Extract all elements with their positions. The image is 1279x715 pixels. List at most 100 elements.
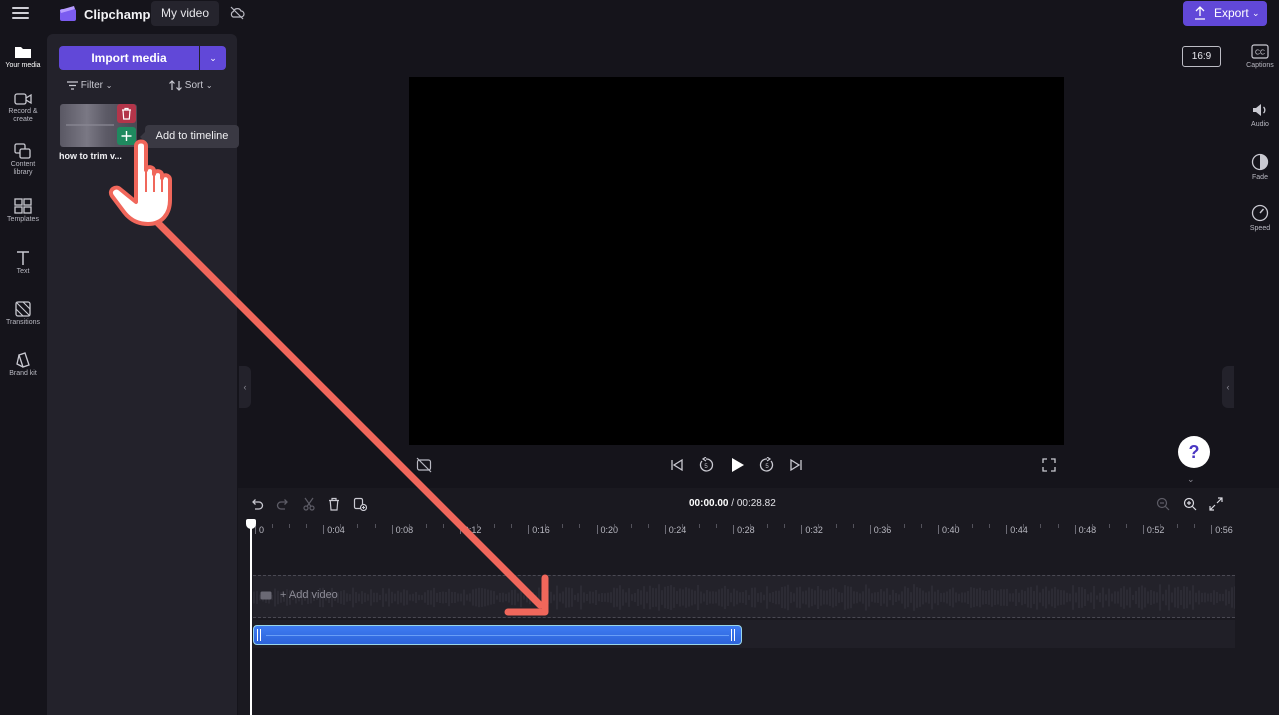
sidebar-item-content-library[interactable]: Content library xyxy=(0,143,46,177)
waveform-bar xyxy=(691,589,693,606)
waveform-bar xyxy=(736,590,738,605)
sidebar-item-your-media[interactable]: Your media xyxy=(0,44,46,70)
redo-icon[interactable] xyxy=(276,497,290,511)
waveform-bar xyxy=(982,590,984,605)
waveform-bar xyxy=(1177,586,1179,609)
waveform-bar xyxy=(1048,590,1050,605)
project-title[interactable]: My video xyxy=(151,1,220,26)
waveform-bar xyxy=(727,589,729,606)
ruler-minor-tick xyxy=(647,524,649,528)
waveform-bar xyxy=(1132,594,1134,601)
camera-icon xyxy=(14,93,32,105)
chevron-down-icon[interactable]: ⌄ xyxy=(1187,474,1195,485)
waveform-bar xyxy=(991,588,993,607)
help-button[interactable]: ? xyxy=(1178,436,1210,468)
captions-off-icon[interactable] xyxy=(416,457,432,473)
waveform-bar xyxy=(1123,586,1125,609)
sidebar-item-transitions[interactable]: Transitions xyxy=(0,301,46,327)
sidebar-item-templates[interactable]: Templates xyxy=(0,198,46,224)
timeline-panel: 00:00.00 / 00:28.82 0 0:04 0:08 0:12 0:16 0:2… xyxy=(238,488,1279,715)
waveform-bar xyxy=(592,591,594,604)
waveform-bar xyxy=(988,590,990,605)
ruler-minor-tick xyxy=(750,524,752,528)
waveform-bar xyxy=(637,588,639,607)
ruler-minor-tick xyxy=(306,524,308,528)
waveform-bar xyxy=(376,592,378,603)
waveform-bar xyxy=(487,589,489,606)
waveform-bar xyxy=(634,592,636,603)
undo-icon[interactable] xyxy=(250,497,264,511)
waveform-bar xyxy=(1072,585,1074,610)
video-track[interactable] xyxy=(253,575,1235,618)
waveform-bar xyxy=(1168,584,1170,611)
duplicate-icon[interactable] xyxy=(353,497,367,511)
trash-icon[interactable] xyxy=(327,497,341,511)
menu-icon[interactable] xyxy=(12,6,29,20)
trim-handle-right[interactable] xyxy=(731,629,735,641)
forward-5-icon[interactable]: 5 xyxy=(759,457,775,473)
add-to-timeline-button[interactable] xyxy=(117,127,136,145)
audio-clip-waveform xyxy=(266,635,729,636)
video-icon xyxy=(260,591,272,600)
brand-kit-icon xyxy=(16,352,30,368)
collapse-right-panel-button[interactable]: ‹ xyxy=(1222,366,1234,408)
sidebar-item-audio[interactable]: Audio xyxy=(1241,102,1279,129)
waveform-bar xyxy=(565,587,567,608)
waveform-bar xyxy=(724,585,726,610)
sort-button[interactable]: Sort ⌄ xyxy=(169,80,213,94)
waveform-bar xyxy=(787,584,789,611)
filter-icon xyxy=(67,81,78,90)
sidebar-item-record-create[interactable]: Record & create xyxy=(0,92,46,124)
waveform-bar xyxy=(850,586,852,609)
fit-timeline-icon[interactable] xyxy=(1209,497,1223,511)
waveform-bar xyxy=(1135,590,1137,605)
waveform-bar xyxy=(967,590,969,605)
ruler-minor-tick xyxy=(1023,524,1025,528)
sidebar-item-label: Templates xyxy=(7,216,39,223)
export-button[interactable]: Export ⌄ xyxy=(1183,1,1267,26)
ruler-tick xyxy=(1006,525,1008,534)
import-media-button[interactable]: Import media xyxy=(59,46,199,70)
aspect-ratio-button[interactable]: 16:9 xyxy=(1182,46,1221,67)
filter-button[interactable]: Filter ⌄ xyxy=(67,80,113,94)
sidebar-item-text[interactable]: Text xyxy=(0,250,46,276)
sidebar-item-speed[interactable]: Speed xyxy=(1241,204,1279,233)
clipchamp-editor: Clipchamp My video Export ⌄ Your media R… xyxy=(0,0,1279,715)
waveform-bar xyxy=(1039,592,1041,603)
add-video-label[interactable]: + Add video xyxy=(280,589,338,601)
waveform-bar xyxy=(505,593,507,602)
waveform-bar xyxy=(355,591,357,604)
waveform-bar xyxy=(496,595,498,600)
waveform-bar xyxy=(352,587,354,608)
skip-back-icon[interactable] xyxy=(669,457,685,473)
sidebar-item-captions[interactable]: CC Captions xyxy=(1241,44,1279,70)
split-scissors-icon[interactable] xyxy=(302,497,316,511)
waveform-bar xyxy=(478,587,480,608)
playhead-handle[interactable] xyxy=(246,519,256,529)
import-options-button[interactable]: ⌄ xyxy=(200,46,226,70)
ruler-label: 0:36 xyxy=(873,525,892,535)
fullscreen-icon[interactable] xyxy=(1041,457,1057,473)
waveform-bar xyxy=(1090,592,1092,603)
speedometer-icon xyxy=(1251,204,1269,222)
rewind-5-icon[interactable]: 5 xyxy=(698,457,714,473)
cloud-off-icon[interactable] xyxy=(229,5,245,21)
zoom-out-icon[interactable] xyxy=(1156,497,1170,511)
waveform-bar xyxy=(1195,592,1197,603)
trim-handle-left[interactable] xyxy=(257,629,261,641)
play-icon[interactable] xyxy=(729,457,745,473)
ruler-minor-tick xyxy=(408,524,410,528)
waveform-bar xyxy=(760,592,762,603)
zoom-in-icon[interactable] xyxy=(1183,497,1197,511)
waveform-bar xyxy=(514,589,516,606)
waveform-bar xyxy=(652,587,654,608)
collapse-left-panel-button[interactable]: ‹ xyxy=(239,366,251,408)
delete-media-button[interactable] xyxy=(117,104,136,123)
sidebar-item-brand-kit[interactable]: Brand kit xyxy=(0,352,46,378)
skip-forward-icon[interactable] xyxy=(788,457,804,473)
audio-clip[interactable] xyxy=(253,625,742,645)
video-preview-canvas[interactable] xyxy=(409,77,1064,445)
sidebar-item-fade[interactable]: Fade xyxy=(1241,153,1279,182)
waveform-bar xyxy=(457,593,459,602)
waveform-bar xyxy=(655,588,657,607)
